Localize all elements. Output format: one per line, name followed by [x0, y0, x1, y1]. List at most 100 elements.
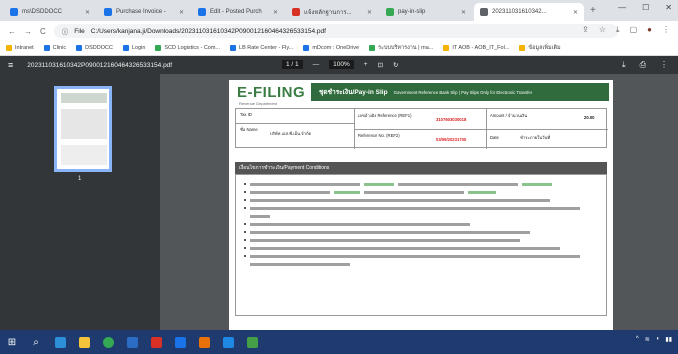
url-scheme: File — [74, 27, 85, 35]
download-icon[interactable]: ⤓ — [616, 25, 620, 35]
zoom-out-icon[interactable]: — — [313, 61, 320, 68]
tab-label: 202311031610342... — [492, 9, 547, 15]
browser-tab[interactable]: Edit - Posted Purch ✕ — [192, 3, 284, 21]
print-icon[interactable]: ⎙ — [640, 60, 646, 70]
profile-avatar[interactable]: ● — [647, 25, 652, 35]
app-icon[interactable] — [216, 330, 240, 354]
clock[interactable]: ▮▮ — [665, 336, 672, 343]
rotate-icon[interactable]: ↻ — [393, 61, 398, 69]
thumbnail-page-number: 1 — [78, 176, 82, 182]
tab-close-icon[interactable]: ✕ — [461, 9, 466, 16]
system-tray: ^ ≋ ◖ ▮▮ — [636, 336, 672, 343]
bookmark-favicon-icon — [443, 45, 450, 51]
tab-favicon-icon — [10, 8, 18, 16]
download-pdf-icon[interactable]: ⤓ — [622, 60, 626, 70]
maximize-icon[interactable]: ☐ — [642, 3, 649, 12]
address-bar-actions: ⇪ ☆ ⤓ ▢ ● ⋮ — [582, 25, 670, 35]
tab-close-icon[interactable]: ✕ — [85, 9, 90, 16]
wifi-icon[interactable]: ≋ — [645, 336, 650, 343]
edge-icon[interactable] — [48, 330, 72, 354]
minimize-icon[interactable]: — — [618, 3, 626, 12]
side-panel-icon[interactable]: ▢ — [630, 25, 638, 35]
slip-title-bar: ชุดชำระเงิน/Pay-in Slip Government Refer… — [311, 83, 609, 101]
tab-favicon-icon — [198, 8, 206, 16]
ref1-value: 3107603030018 — [436, 117, 467, 122]
slip-subtitle: Government Reference Bank Slip | Pay Sli… — [393, 89, 533, 95]
menu-icon[interactable]: ⋮ — [662, 25, 670, 35]
chrome-icon[interactable] — [96, 330, 120, 354]
bookmark-favicon-icon — [43, 45, 50, 51]
bookmark-favicon-icon — [76, 45, 83, 51]
bookmark-item[interactable]: LB Rate Center - Fly... — [230, 45, 293, 51]
browser-tab[interactable]: pay-in-slip ✕ — [380, 3, 472, 21]
browser-tab[interactable]: ms\DSDDOCC ✕ — [4, 3, 96, 21]
app-icon[interactable] — [168, 330, 192, 354]
due-value: ชำระภายในวันที่ — [520, 135, 551, 140]
share-icon[interactable]: ⇪ — [582, 25, 589, 35]
tab-close-icon[interactable]: ✕ — [367, 9, 372, 16]
back-icon[interactable]: ← — [8, 27, 16, 36]
divider — [354, 129, 608, 130]
bookmark-item[interactable]: ข้อมูลเพิ่มเติม — [519, 44, 561, 52]
tray-icon[interactable]: ^ — [636, 336, 639, 343]
amount-label: Amount / จำนวนเงิน — [490, 113, 528, 118]
new-tab-icon[interactable]: + — [590, 5, 596, 16]
bookmark-item[interactable]: Intranet — [6, 45, 34, 51]
app-icon[interactable] — [192, 330, 216, 354]
tab-favicon-icon — [386, 8, 394, 16]
tab-label: Purchase Invoice - — [116, 9, 166, 15]
more-options-icon[interactable]: ⋮ — [660, 60, 668, 70]
bookmark-item[interactable]: SCD Logistics - Com... — [155, 45, 220, 51]
url-field[interactable]: ⓘ File C:/Users/kanjana.ji/Downloads/202… — [53, 24, 618, 38]
browser-tab[interactable]: แจ้งหลักฐานการ... ✕ — [286, 3, 378, 21]
tab-label: Edit - Posted Purch — [210, 9, 262, 15]
bookmark-item[interactable]: DSDDOCC — [76, 45, 113, 51]
info-icon[interactable]: ⓘ — [62, 26, 69, 36]
volume-icon[interactable]: ◖ — [656, 336, 660, 343]
tab-close-icon[interactable]: ✕ — [179, 9, 184, 16]
fit-page-icon[interactable]: ⊡ — [378, 61, 383, 69]
browser-tab[interactable]: Purchase Invoice - ✕ — [98, 3, 190, 21]
browser-tab[interactable]: 202311031610342... ✕ — [474, 3, 584, 21]
bookmark-item[interactable]: IT AOB - AOB_IT_Fol... — [443, 45, 509, 51]
name-label: ชื่อ Name — [240, 127, 258, 132]
page-thumbnail[interactable] — [54, 86, 112, 172]
bookmark-item[interactable]: mDcom : OneDrive — [303, 45, 359, 51]
efiling-logo: E-FILING — [237, 84, 306, 101]
reload-icon[interactable]: C — [40, 27, 46, 36]
bookmark-favicon-icon — [303, 45, 310, 51]
forward-icon[interactable]: → — [24, 27, 32, 36]
bookmark-favicon-icon — [369, 45, 376, 51]
pdf-toolbar: ≡ 202311031610342P090012160464326533154.… — [0, 56, 678, 74]
bookmark-item[interactable]: ระบบบริหารงาน | ma... — [369, 44, 433, 52]
pdf-page-controls: 1 / 1 — 100% + ⊡ ↻ — [282, 60, 399, 69]
amount-value: 20.00 — [584, 115, 595, 120]
file-explorer-icon[interactable] — [72, 330, 96, 354]
app-icon[interactable] — [120, 330, 144, 354]
search-icon[interactable]: ⌕ — [24, 330, 48, 354]
close-icon[interactable]: ✕ — [665, 3, 672, 12]
app-icon[interactable] — [240, 330, 264, 354]
hamburger-menu-icon[interactable]: ≡ — [8, 60, 13, 70]
zoom-input[interactable]: 100% — [329, 60, 354, 69]
bookmark-label: LB Rate Center - Fly... — [239, 45, 294, 51]
tax-id-label: Tax ID — [240, 112, 252, 117]
bookmarks-bar: Intranet Clinic DSDDOCC Login SCD Logistics … — [0, 41, 678, 56]
bookmark-label: Intranet — [15, 45, 34, 51]
start-icon[interactable]: ⊞ — [0, 330, 24, 354]
conditions-body — [235, 174, 607, 316]
bookmark-star-icon[interactable]: ☆ — [599, 25, 606, 35]
due-label: Date — [490, 135, 499, 140]
bookmark-label: DSDDOCC — [85, 45, 113, 51]
app-icon[interactable] — [144, 330, 168, 354]
tab-close-icon[interactable]: ✕ — [573, 9, 578, 16]
payer-info-table: Tax ID ชื่อ Name บริษัท เอส.พี.เอ็น.จำกั… — [235, 108, 608, 149]
page-input[interactable]: 1 / 1 — [282, 60, 303, 69]
tab-label: ms\DSDDOCC — [22, 9, 62, 15]
bookmark-label: SCD Logistics - Com... — [164, 45, 221, 51]
zoom-in-icon[interactable]: + — [364, 61, 368, 68]
pdf-page: E-FILING Revenue Department ชุดชำระเงิน/… — [229, 80, 613, 330]
tab-close-icon[interactable]: ✕ — [273, 9, 278, 16]
bookmark-item[interactable]: Clinic — [43, 45, 66, 51]
bookmark-item[interactable]: Login — [122, 45, 145, 51]
